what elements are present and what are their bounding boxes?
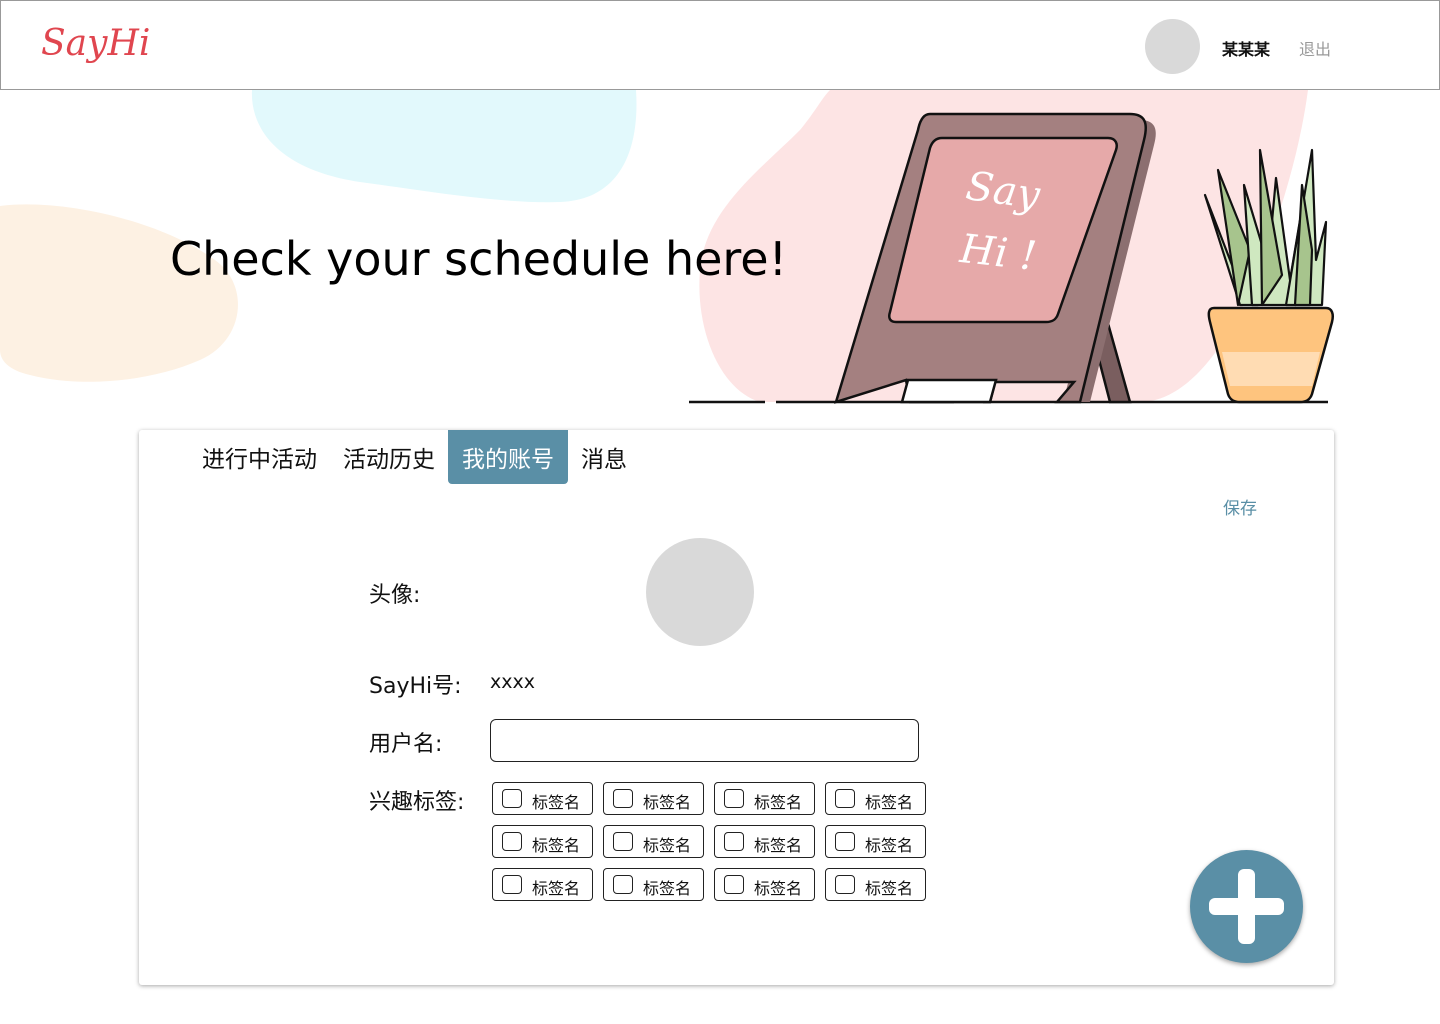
peach-blob xyxy=(0,204,238,382)
tab-my-account[interactable]: 我的账号 xyxy=(448,430,568,484)
checkbox-icon[interactable] xyxy=(835,789,855,808)
username-label: 用户名: xyxy=(369,732,443,757)
plant-pot-band xyxy=(1222,352,1320,386)
tag-label: 标签名 xyxy=(532,879,581,898)
checkbox-icon[interactable] xyxy=(613,789,633,808)
logout-link[interactable]: 退出 xyxy=(1299,36,1331,60)
checkbox-icon[interactable] xyxy=(502,832,522,851)
interest-tags-label: 兴趣标签: xyxy=(369,790,465,815)
interest-tag[interactable]: 标签名 xyxy=(714,825,815,858)
checkbox-icon[interactable] xyxy=(835,875,855,894)
interest-tag[interactable]: 标签名 xyxy=(492,825,593,858)
add-button[interactable] xyxy=(1190,850,1303,963)
interest-tag[interactable]: 标签名 xyxy=(603,782,704,815)
tag-label: 标签名 xyxy=(754,836,803,855)
sign-legs-cutout xyxy=(900,378,998,404)
tag-label: 标签名 xyxy=(643,836,692,855)
interest-tag[interactable]: 标签名 xyxy=(825,868,926,901)
checkbox-icon[interactable] xyxy=(724,875,744,894)
tag-label: 标签名 xyxy=(643,879,692,898)
username-input[interactable] xyxy=(490,719,919,762)
account-card: 进行中活动 活动历史 我的账号 消息 保存 头像: SayHi号: xxxx 用… xyxy=(139,430,1334,985)
interest-tag[interactable]: 标签名 xyxy=(603,868,704,901)
interest-tag[interactable]: 标签名 xyxy=(603,825,704,858)
tab-bar: 进行中活动 活动历史 我的账号 消息 xyxy=(139,430,839,484)
interest-tag[interactable]: 标签名 xyxy=(714,868,815,901)
tag-label: 标签名 xyxy=(754,793,803,812)
tag-label: 标签名 xyxy=(865,879,914,898)
checkbox-icon[interactable] xyxy=(502,875,522,894)
avatar-label: 头像: xyxy=(369,583,421,608)
tag-label: 标签名 xyxy=(754,879,803,898)
tag-label: 标签名 xyxy=(532,793,581,812)
user-name[interactable]: 某某某 xyxy=(1222,36,1270,60)
user-avatar[interactable] xyxy=(1145,19,1200,74)
hero-banner: Say Hi ! Check your schedule here! xyxy=(0,90,1440,420)
checkbox-icon[interactable] xyxy=(835,832,855,851)
avatar-upload[interactable] xyxy=(646,538,754,646)
save-button[interactable]: 保存 xyxy=(1223,494,1257,519)
tag-label: 标签名 xyxy=(643,793,692,812)
tab-messages[interactable]: 消息 xyxy=(581,430,627,484)
tag-label: 标签名 xyxy=(532,836,581,855)
sayhi-id-label: SayHi号: xyxy=(369,674,462,699)
checkbox-icon[interactable] xyxy=(613,875,633,894)
tag-label: 标签名 xyxy=(865,793,914,812)
top-bar: SayHi 某某某 退出 xyxy=(0,0,1440,90)
interest-tag[interactable]: 标签名 xyxy=(825,782,926,815)
plus-icon-v xyxy=(1238,869,1255,944)
tag-label: 标签名 xyxy=(865,836,914,855)
interest-tag[interactable]: 标签名 xyxy=(492,868,593,901)
app-logo[interactable]: SayHi xyxy=(41,23,150,64)
checkbox-icon[interactable] xyxy=(502,789,522,808)
tab-ongoing-activities[interactable]: 进行中活动 xyxy=(202,430,317,484)
cyan-blob xyxy=(251,90,637,203)
sign-text-line2: Hi ! xyxy=(957,226,1039,280)
checkbox-icon[interactable] xyxy=(613,832,633,851)
sayhi-id-value: xxxx xyxy=(490,671,535,693)
interest-tag[interactable]: 标签名 xyxy=(825,825,926,858)
checkbox-icon[interactable] xyxy=(724,789,744,808)
interest-tag[interactable]: 标签名 xyxy=(714,782,815,815)
interest-tag[interactable]: 标签名 xyxy=(492,782,593,815)
hero-title: Check your schedule here! xyxy=(170,232,788,286)
checkbox-icon[interactable] xyxy=(724,832,744,851)
tab-activity-history[interactable]: 活动历史 xyxy=(343,430,435,484)
